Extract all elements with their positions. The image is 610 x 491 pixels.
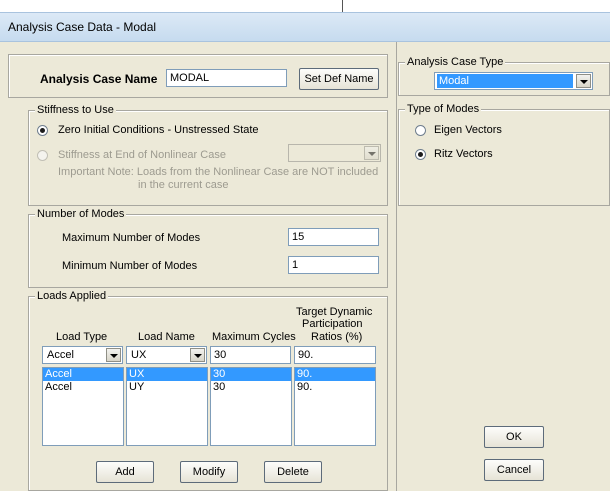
nonlinear-case-select[interactable]	[288, 144, 381, 162]
max-modes-label: Maximum Number of Modes	[62, 232, 201, 244]
target-ratio-input[interactable]: 90.	[294, 346, 376, 364]
nonlinear-radio[interactable]	[37, 150, 48, 161]
list-item[interactable]: Accel	[43, 381, 123, 394]
loads-list-col-target[interactable]: 90. 90.	[294, 367, 376, 446]
delete-button[interactable]: Delete	[264, 461, 322, 483]
mode-type-legend: Type of Modes	[405, 102, 482, 116]
case-type-value: Modal	[437, 74, 573, 88]
window-title: Analysis Case Data - Modal	[8, 20, 157, 34]
background-strip	[0, 0, 610, 12]
nonlinear-case-value	[291, 146, 295, 160]
loads-list-col-cycles[interactable]: 30 30	[210, 367, 292, 446]
cancel-button[interactable]: Cancel	[484, 459, 544, 481]
nonlinear-note-line2: in the current case	[138, 179, 229, 191]
min-modes-label: Minimum Number of Modes	[62, 260, 198, 272]
list-item[interactable]: 30	[211, 381, 291, 394]
col-header-target-line2: Participation	[302, 318, 363, 330]
col-header-load-name: Load Name	[138, 331, 195, 343]
col-header-target-line3: Ratios (%)	[311, 331, 363, 343]
stiffness-legend: Stiffness to Use	[35, 103, 116, 117]
col-header-max-cycles: Maximum Cycles	[212, 331, 296, 343]
zero-initial-label: Zero Initial Conditions - Unstressed Sta…	[58, 124, 259, 136]
max-modes-input[interactable]: 15	[288, 228, 379, 246]
list-item[interactable]: 90.	[295, 368, 375, 381]
loads-list-col-name[interactable]: UX UY	[126, 367, 208, 446]
case-type-legend: Analysis Case Type	[405, 55, 506, 69]
list-item[interactable]: 90.	[295, 381, 375, 394]
chevron-down-icon	[364, 146, 379, 160]
col-header-load-type: Load Type	[56, 331, 108, 343]
chevron-down-icon	[190, 348, 205, 362]
col-header-target-line1: Target Dynamic	[296, 306, 373, 318]
list-item[interactable]: 30	[211, 368, 291, 381]
loads-list-col-type[interactable]: Accel Accel	[42, 367, 124, 446]
load-type-select[interactable]: Accel	[42, 346, 123, 364]
ritz-vectors-radio[interactable]	[415, 149, 426, 160]
load-name-select[interactable]: UX	[126, 346, 207, 364]
eigen-vectors-radio[interactable]	[415, 125, 426, 136]
ritz-vectors-label: Ritz Vectors	[434, 148, 493, 160]
case-name-group: Analysis Case Name MODAL Set Def Name	[8, 54, 388, 98]
modify-button[interactable]: Modify	[180, 461, 238, 483]
chevron-down-icon	[106, 348, 121, 362]
zero-initial-radio[interactable]	[37, 125, 48, 136]
ok-button[interactable]: OK	[484, 426, 544, 448]
min-modes-input[interactable]: 1	[288, 256, 379, 274]
case-name-input[interactable]: MODAL	[166, 69, 287, 87]
max-cycles-input[interactable]: 30	[210, 346, 291, 364]
modes-legend: Number of Modes	[35, 207, 127, 221]
load-name-value: UX	[131, 349, 147, 361]
dialog-body: Analysis Case Name MODAL Set Def Name St…	[0, 42, 610, 491]
load-type-value: Accel	[47, 349, 74, 361]
list-item[interactable]: UY	[127, 381, 207, 394]
case-type-select[interactable]: Modal	[434, 72, 593, 90]
nonlinear-note-line1: Important Note: Loads from the Nonlinear…	[58, 166, 379, 178]
case-name-label: Analysis Case Name	[40, 72, 158, 86]
add-button[interactable]: Add	[96, 461, 154, 483]
set-def-name-button[interactable]: Set Def Name	[299, 68, 379, 90]
mode-type-group: Type of Modes	[398, 102, 610, 206]
background-divider	[342, 0, 343, 12]
list-item[interactable]: Accel	[43, 368, 123, 381]
loads-legend: Loads Applied	[35, 289, 109, 303]
nonlinear-label: Stiffness at End of Nonlinear Case	[58, 149, 226, 161]
chevron-down-icon	[576, 74, 591, 88]
modes-group: Number of Modes	[28, 207, 388, 288]
eigen-vectors-label: Eigen Vectors	[434, 124, 502, 136]
title-bar[interactable]: Analysis Case Data - Modal	[0, 12, 610, 42]
list-item[interactable]: UX	[127, 368, 207, 381]
